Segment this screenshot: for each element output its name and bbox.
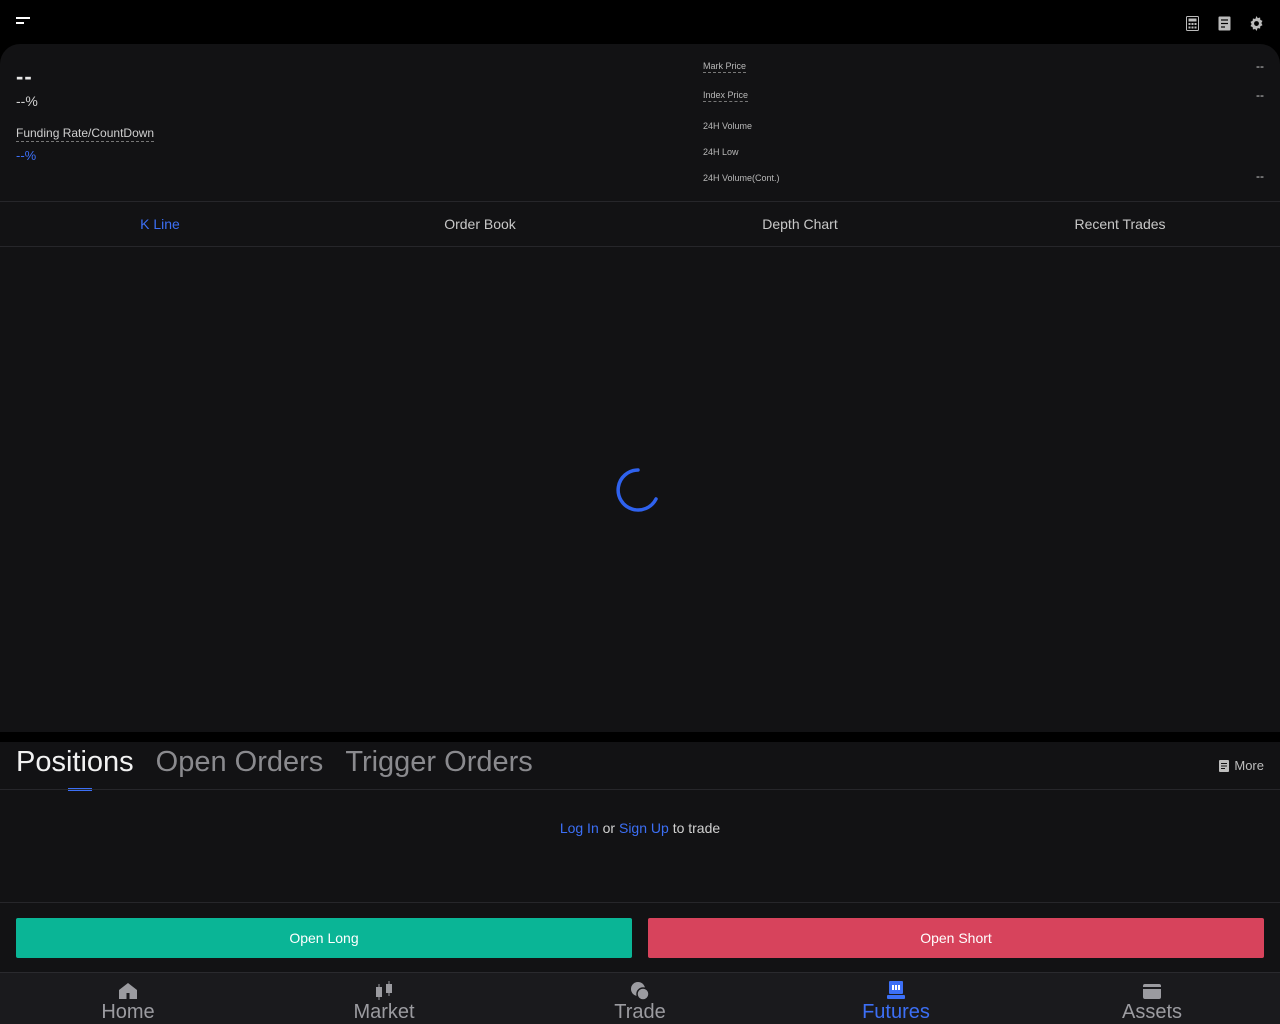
- tab-depth-chart[interactable]: Depth Chart: [640, 202, 960, 246]
- top-actions: [1184, 15, 1264, 31]
- volume-24h-label: 24H Volume: [703, 121, 753, 131]
- tab-open-orders[interactable]: Open Orders: [156, 746, 324, 790]
- loading-spinner-icon: [616, 468, 658, 512]
- bottom-nav: Home Market Trade Futures Assets: [0, 972, 1280, 1024]
- nav-assets[interactable]: Assets: [1024, 973, 1280, 1024]
- nav-home-label: Home: [101, 1001, 155, 1023]
- nav-futures-label: Futures: [862, 1001, 930, 1023]
- more-label: More: [1234, 758, 1264, 773]
- price-change: --%: [16, 93, 38, 109]
- home-icon: [117, 981, 139, 1001]
- login-prompt: Log In or Sign Up to trade: [0, 820, 1280, 836]
- index-price-label[interactable]: Index Price: [703, 90, 749, 102]
- divider: [0, 789, 1280, 790]
- nav-market-label: Market: [353, 1001, 415, 1023]
- funding-rate-label[interactable]: Funding Rate/CountDown: [16, 126, 155, 142]
- open-long-button[interactable]: Open Long: [16, 918, 632, 958]
- nav-market[interactable]: Market: [256, 973, 512, 1024]
- chart-tabs: K Line Order Book Depth Chart Recent Tra…: [0, 202, 1280, 247]
- tab-k-line[interactable]: K Line: [0, 202, 320, 246]
- or-text: or: [602, 820, 616, 836]
- positions-panel: Positions Open Orders Trigger Orders Mor…: [0, 742, 1280, 902]
- wallet-icon: [1141, 981, 1163, 1001]
- last-price: --: [16, 64, 33, 89]
- tab-trigger-orders[interactable]: Trigger Orders: [345, 746, 532, 790]
- index-price-value: --: [1256, 88, 1264, 102]
- nav-assets-label: Assets: [1121, 1001, 1183, 1023]
- document-icon[interactable]: [1216, 15, 1232, 31]
- tab-positions[interactable]: Positions: [16, 746, 134, 791]
- low-24h-label: 24H Low: [703, 147, 739, 157]
- nav-futures[interactable]: Futures: [768, 973, 1024, 1024]
- nav-trade[interactable]: Trade: [512, 973, 768, 1024]
- nav-home[interactable]: Home: [0, 973, 256, 1024]
- candlestick-icon: [373, 981, 395, 1001]
- to-trade-text: to trade: [672, 820, 721, 836]
- tab-recent-trades[interactable]: Recent Trades: [960, 202, 1280, 246]
- futures-icon: [885, 981, 907, 1001]
- signup-link[interactable]: Sign Up: [619, 820, 669, 836]
- funding-rate-value: --%: [16, 148, 37, 163]
- calculator-icon[interactable]: [1184, 15, 1200, 31]
- top-bar: [0, 0, 1280, 46]
- mark-price-value: --: [1256, 59, 1264, 73]
- mark-price-label[interactable]: Mark Price: [703, 61, 747, 73]
- login-link[interactable]: Log In: [560, 820, 599, 836]
- volume-cont-24h-value: --: [1256, 169, 1264, 183]
- positions-tabs: Positions Open Orders Trigger Orders: [16, 746, 533, 791]
- volume-cont-24h-label: 24H Volume(Cont.): [703, 173, 780, 183]
- gear-icon[interactable]: [1248, 15, 1264, 31]
- more-button[interactable]: More: [1219, 758, 1264, 773]
- trade-actions: Open Long Open Short: [0, 902, 1280, 972]
- tab-order-book[interactable]: Order Book: [320, 202, 640, 246]
- document-icon: [1219, 759, 1230, 772]
- menu-icon[interactable]: [16, 17, 32, 29]
- open-short-button[interactable]: Open Short: [648, 918, 1264, 958]
- ticker-header: -- --% Funding Rate/CountDown --% Mark P…: [0, 44, 1280, 202]
- nav-trade-label: Trade: [614, 1001, 666, 1023]
- trade-icon: [629, 981, 651, 1001]
